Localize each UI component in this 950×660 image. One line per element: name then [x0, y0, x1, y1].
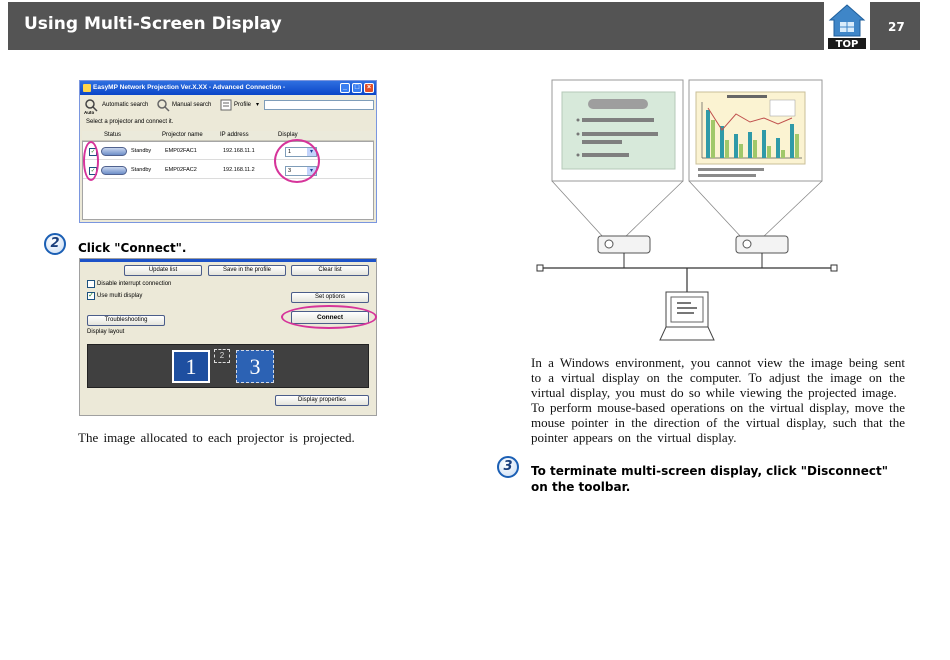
set-options-button[interactable]: Set options: [291, 292, 369, 303]
table-row[interactable]: ✓ Standby EMP02FAC2 192.168.11.2 3 ▾: [83, 163, 373, 179]
checkbox-highlight-ring: [83, 141, 99, 181]
projector-grid-header: Status Projector name IP address Display: [82, 131, 374, 141]
column-projector-name: Projector name: [162, 132, 203, 138]
display-layout-area: 1 2 3: [87, 344, 369, 388]
disable-interrupt-label: Disable interrupt connection: [97, 281, 172, 287]
projection-beams: [551, 180, 823, 239]
app-icon: [83, 84, 91, 92]
column-display: Display: [278, 132, 298, 138]
table-row[interactable]: ✓ Standby EMP02FAC1 192.168.11.1 1 ▾: [83, 144, 373, 160]
use-multi-display-checkbox[interactable]: ✓: [87, 292, 95, 300]
display-highlight-ring: [274, 139, 320, 183]
step-3-marker: 3: [497, 456, 519, 478]
monitor-3[interactable]: 3: [236, 350, 274, 383]
update-list-button[interactable]: Update list: [124, 265, 202, 276]
step-2-marker: 2: [44, 233, 66, 255]
auto-search-tool[interactable]: Auto Automatic search: [84, 98, 158, 115]
projector-right: [735, 235, 789, 268]
row-projector-name: EMP02FAC1: [165, 148, 197, 154]
manual-search-icon: [157, 99, 170, 112]
monitor-1-label: 1: [185, 354, 197, 379]
connect-highlight-ring: [281, 305, 377, 329]
top-label: TOP: [836, 39, 859, 50]
monitor-1[interactable]: 1: [172, 350, 210, 383]
profile-path-field[interactable]: [264, 100, 374, 110]
monitor-2-label: 2: [219, 351, 225, 360]
use-multi-display-label: Use multi display: [97, 293, 143, 299]
projector-grid: ✓ Standby EMP02FAC1 192.168.11.1 1 ▾ ✓ S…: [82, 141, 374, 220]
page-title: Using Multi-Screen Display: [24, 14, 282, 34]
display-layout-label: Display layout: [87, 329, 125, 335]
row-status: Standby: [131, 148, 152, 154]
manual-search-tool[interactable]: Manual search: [156, 98, 216, 114]
projector-icon: [101, 166, 127, 175]
column-status: Status: [104, 132, 122, 138]
laptop-icon: [659, 291, 715, 341]
column-ip-address: IP address: [220, 132, 249, 138]
auto-icon-label: Auto: [84, 110, 95, 115]
page-header: Using Multi-Screen Display TOP 27: [8, 2, 920, 50]
panel-top-border: [80, 259, 376, 262]
minimize-button[interactable]: _: [340, 83, 350, 93]
page-number: 27: [888, 20, 905, 34]
profile-icon: [220, 99, 232, 111]
paragraph-virtual-display: In a Windows environment, you cannot vie…: [531, 355, 905, 401]
left-projected-screen: [551, 79, 684, 182]
maximize-button[interactable]: □: [352, 83, 362, 93]
window-title: EasyMP Network Projection Ver.X.XX - Adv…: [93, 84, 286, 91]
step-2-text: Click "Connect".: [78, 241, 187, 255]
top-house-icon: TOP: [824, 2, 870, 50]
right-projected-screen: [688, 79, 823, 182]
row-projector-name: EMP02FAC2: [165, 167, 197, 173]
projector-icon: [101, 147, 127, 156]
monitor-3-label: 3: [249, 354, 261, 379]
multi-screen-illustration: [536, 79, 838, 341]
row-status: Standby: [131, 167, 152, 173]
close-button[interactable]: ×: [364, 83, 374, 93]
manual-search-label: Manual search: [172, 102, 212, 108]
select-prompt: Select a projector and connect it.: [86, 119, 174, 125]
network-cable: [536, 264, 838, 293]
projector-left: [597, 235, 651, 268]
troubleshooting-button[interactable]: Troubleshooting: [87, 315, 165, 326]
display-properties-button[interactable]: Display properties: [275, 395, 369, 406]
advanced-connection-window: EasyMP Network Projection Ver.X.XX - Adv…: [79, 80, 377, 223]
profile-label: Profile: [234, 102, 252, 108]
clear-list-button[interactable]: Clear list: [291, 265, 369, 276]
left-caption: The image allocated to each projector is…: [78, 430, 355, 445]
auto-search-label: Automatic search: [102, 102, 149, 108]
row-ip-address: 192.168.11.2: [223, 167, 255, 173]
paragraph-mouse-operations: To perform mouse-based operations on the…: [531, 400, 905, 446]
save-profile-button[interactable]: Save in the profile: [208, 265, 286, 276]
disable-interrupt-checkbox[interactable]: [87, 280, 95, 288]
window-titlebar: EasyMP Network Projection Ver.X.XX - Adv…: [80, 81, 376, 95]
monitor-2[interactable]: 2: [214, 349, 230, 363]
connect-panel: Update list Save in the profile Clear li…: [79, 258, 377, 416]
row-ip-address: 192.168.11.1: [223, 148, 255, 154]
top-home-button[interactable]: TOP: [824, 2, 870, 50]
profile-tool[interactable]: Profile ▾: [220, 98, 264, 114]
step-3-text: To terminate multi-screen display, click…: [531, 464, 888, 494]
profile-dropdown-icon: ▾: [256, 102, 260, 108]
